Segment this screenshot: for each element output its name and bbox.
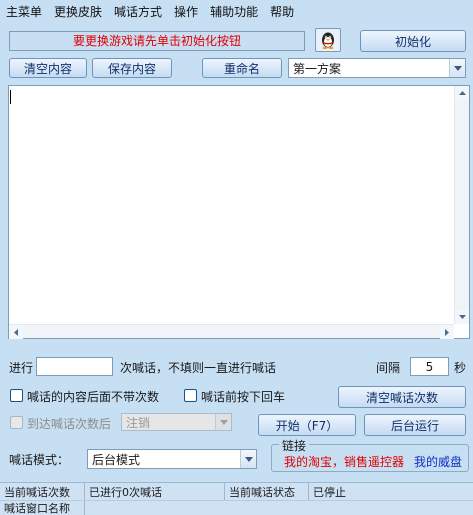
clear-content-button[interactable]: 清空内容 xyxy=(9,58,87,78)
vertical-scrollbar[interactable] xyxy=(454,86,469,324)
scroll-up-icon[interactable] xyxy=(455,86,469,100)
scroll-right-icon[interactable] xyxy=(440,325,454,339)
menu-main[interactable]: 主菜单 xyxy=(6,3,42,20)
status-bar: 当前喊话次数 已进行0次喊话 当前喊话状态 已停止 xyxy=(0,482,473,500)
stop-after-checkbox[interactable] xyxy=(10,416,23,429)
interval-label: 间隔 xyxy=(376,361,401,375)
menu-shout-mode[interactable]: 喊话方式 xyxy=(114,3,162,20)
interval-input[interactable]: 5 xyxy=(410,357,449,376)
status-window-label: 喊话窗口名称 xyxy=(0,501,85,515)
shout-content-textarea[interactable] xyxy=(8,85,470,339)
scheme-select-value: 第一方案 xyxy=(293,61,342,76)
save-content-button[interactable]: 保存内容 xyxy=(92,58,172,78)
press-enter-label: 喊话前按下回车 xyxy=(201,390,286,404)
start-button[interactable]: 开始（F7） xyxy=(258,414,356,436)
status-count-value: 已进行0次喊话 xyxy=(85,483,225,500)
menu-help[interactable]: 帮助 xyxy=(270,3,294,20)
status-bar-window: 喊话窗口名称 xyxy=(0,500,473,515)
stop-action-select[interactable]: 注销 xyxy=(121,413,232,431)
links-legend: 链接 xyxy=(279,437,310,454)
horizontal-scrollbar[interactable] xyxy=(9,324,454,339)
shout-mode-value: 后台模式 xyxy=(92,452,141,467)
stop-after-label: 到达喊话次数后 xyxy=(27,417,112,431)
shout-mode-select[interactable]: 后台模式 xyxy=(87,449,257,469)
clear-count-button[interactable]: 清空喊话次数 xyxy=(338,386,466,408)
status-count-label: 当前喊话次数 xyxy=(0,483,85,500)
scheme-select[interactable]: 第一方案 xyxy=(288,58,466,78)
text-caret xyxy=(10,90,11,104)
interval-unit-label: 秒 xyxy=(454,361,467,375)
init-notice: 要更换游戏请先单击初始化按钮 xyxy=(9,31,305,51)
menu-bar: 主菜单 更换皮肤 喊话方式 操作 辅助功能 帮助 xyxy=(0,0,473,22)
repeat-suffix-label: 次喊话，不填则一直进行喊话 xyxy=(120,361,277,375)
stop-action-value: 注销 xyxy=(126,415,151,430)
no-count-checkbox[interactable] xyxy=(10,389,23,402)
shout-count-input[interactable] xyxy=(36,357,113,376)
status-state-value: 已停止 xyxy=(313,485,346,499)
weibo-link[interactable]: 我的威盘 xyxy=(414,453,462,470)
repeat-prefix-label: 进行 xyxy=(9,361,34,375)
menu-operation[interactable]: 操作 xyxy=(174,3,198,20)
status-state-label: 当前喊话状态 xyxy=(225,483,309,500)
press-enter-checkbox[interactable] xyxy=(184,389,197,402)
no-count-label: 喊话的内容后面不带次数 xyxy=(27,390,160,404)
chevron-down-icon[interactable] xyxy=(215,414,231,430)
scroll-down-icon[interactable] xyxy=(455,310,469,324)
rename-button[interactable]: 重命名 xyxy=(202,58,282,78)
taobao-link[interactable]: 我的淘宝，销售遥控器 xyxy=(284,453,404,470)
scroll-left-icon[interactable] xyxy=(9,325,23,339)
init-button[interactable]: 初始化 xyxy=(360,30,466,52)
qq-penguin-icon[interactable] xyxy=(315,28,341,52)
background-run-button[interactable]: 后台运行 xyxy=(364,414,466,436)
menu-assist[interactable]: 辅助功能 xyxy=(210,3,258,20)
menu-skin[interactable]: 更换皮肤 xyxy=(54,3,102,20)
shout-mode-label: 喊话模式： xyxy=(9,453,70,467)
chevron-down-icon[interactable] xyxy=(449,59,465,77)
chevron-down-icon[interactable] xyxy=(240,450,256,468)
